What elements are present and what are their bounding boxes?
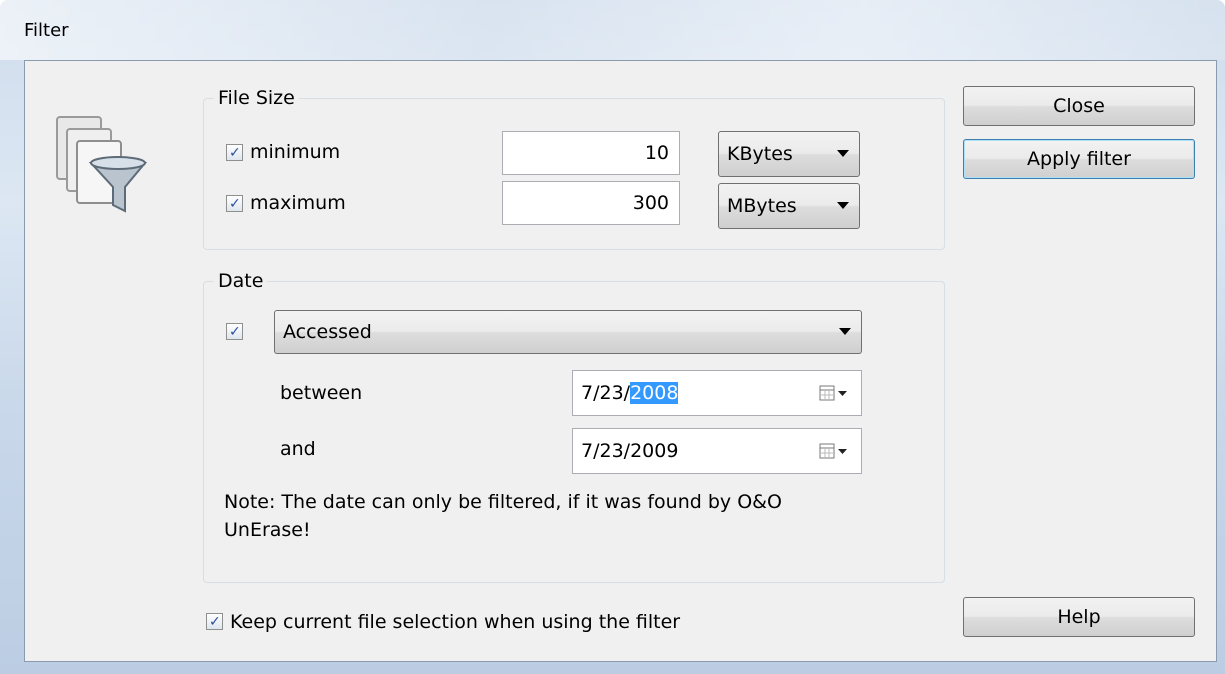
maximum-unit-value: MBytes: [727, 195, 797, 217]
from-date-prefix: 7/23/: [581, 382, 631, 404]
from-date-selected-year: 2008: [630, 382, 679, 404]
keep-selection-checkbox[interactable]: ✓: [206, 613, 223, 630]
calendar-icon[interactable]: [819, 385, 849, 401]
filter-dialog: Filter File Size ✓ minimum 10 KBytes ✓ m…: [0, 0, 1225, 674]
maximum-size-input[interactable]: 300: [502, 181, 680, 225]
maximum-unit-select[interactable]: MBytes: [718, 183, 860, 229]
date-type-select[interactable]: Accessed: [274, 310, 862, 354]
minimum-label: minimum: [250, 141, 341, 163]
date-checkbox[interactable]: ✓: [226, 323, 243, 340]
file-size-group-label: File Size: [214, 87, 299, 109]
date-group-label: Date: [214, 270, 268, 292]
minimum-unit-value: KBytes: [727, 143, 793, 165]
check-mark-icon: ✓: [209, 614, 221, 630]
minimum-size-input[interactable]: 10: [502, 131, 680, 175]
date-type-value: Accessed: [283, 321, 372, 343]
close-button[interactable]: Close: [963, 86, 1195, 126]
help-button[interactable]: Help: [963, 597, 1195, 637]
minimum-unit-select[interactable]: KBytes: [718, 131, 860, 177]
chevron-down-icon: [837, 202, 849, 209]
calendar-icon[interactable]: [819, 443, 849, 459]
date-group: Date ✓ Accessed between 7/23/2008 and 7/…: [203, 270, 945, 583]
chevron-down-icon: [837, 150, 849, 157]
window-title: Filter: [24, 20, 69, 41]
to-date-value: 7/23/2009: [581, 440, 679, 462]
maximum-checkbox[interactable]: ✓: [226, 195, 243, 212]
file-filter-icon: [56, 116, 148, 213]
to-date-picker[interactable]: 7/23/2009: [572, 428, 862, 474]
chevron-down-icon: [839, 328, 851, 335]
date-note: Note: The date can only be filtered, if …: [224, 491, 782, 541]
check-mark-icon: ✓: [229, 145, 241, 161]
apply-filter-button[interactable]: Apply filter: [963, 139, 1195, 179]
check-mark-icon: ✓: [229, 324, 241, 340]
file-size-group: File Size ✓ minimum 10 KBytes ✓ maximum …: [203, 87, 945, 250]
between-label: between: [280, 382, 363, 404]
maximum-label: maximum: [250, 192, 346, 214]
check-mark-icon: ✓: [229, 196, 241, 212]
dialog-client-area: File Size ✓ minimum 10 KBytes ✓ maximum …: [24, 60, 1217, 662]
from-date-picker[interactable]: 7/23/2008: [572, 370, 862, 416]
and-label: and: [280, 438, 316, 460]
minimum-checkbox[interactable]: ✓: [226, 144, 243, 161]
title-bar: [0, 0, 1225, 60]
keep-selection-label: Keep current file selection when using t…: [230, 611, 681, 633]
